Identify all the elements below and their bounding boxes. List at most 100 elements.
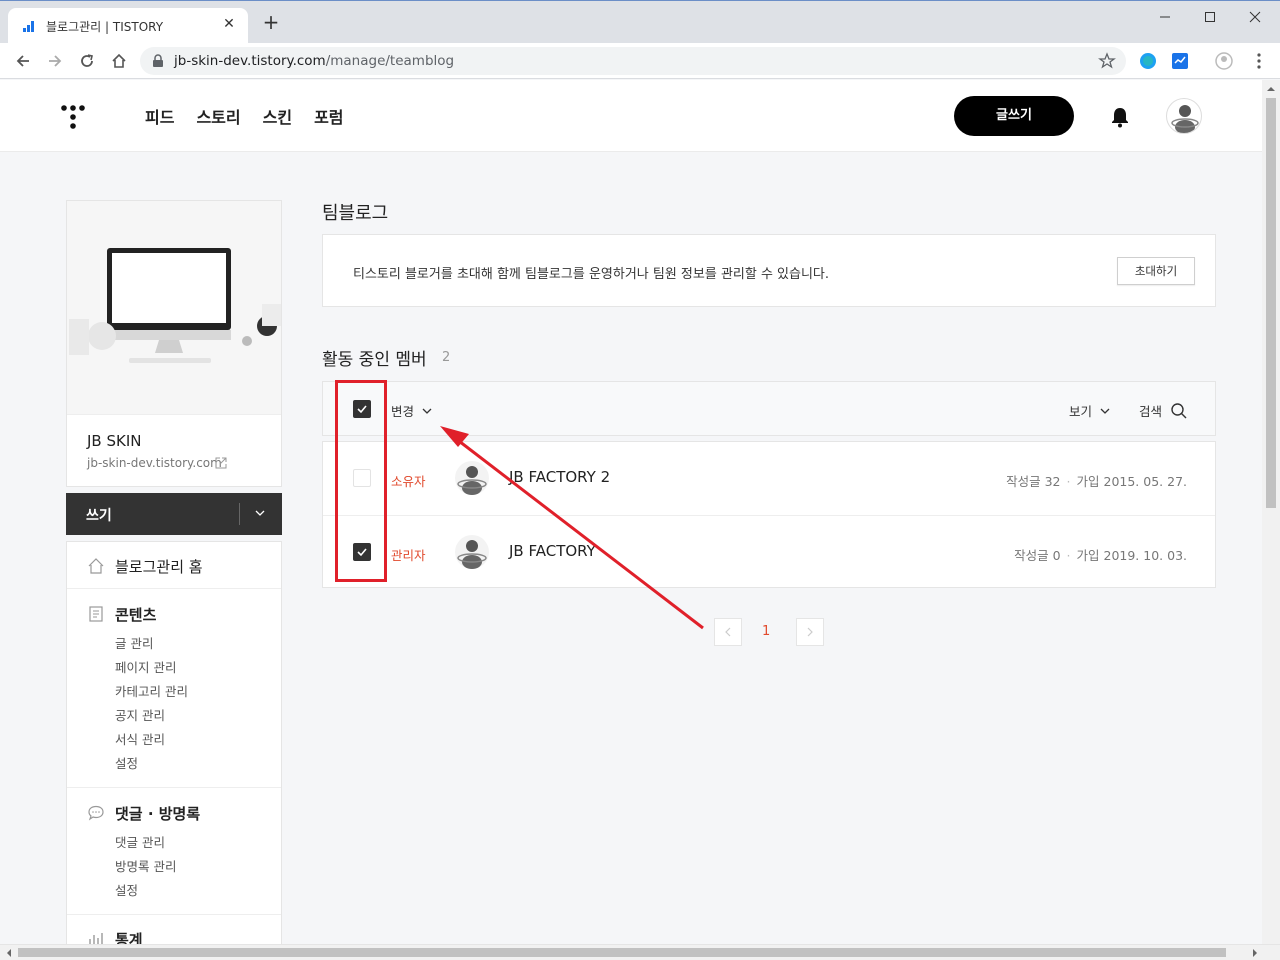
member-stats: 작성글 0 · 가입 2019. 10. 03.	[1014, 545, 1187, 564]
url-host: jb-skin-dev.tistory.com	[174, 53, 326, 69]
gnb-item-skin[interactable]: 스킨	[263, 104, 292, 128]
back-icon[interactable]	[14, 52, 32, 70]
member-list: 소유자 JB FACTORY 2 작성글 32 · 가입 2015. 05. 27.…	[322, 441, 1216, 588]
bookmark-star-icon[interactable]	[1098, 52, 1116, 70]
posts-count: 32	[1044, 474, 1061, 489]
chevron-down-icon[interactable]	[254, 507, 266, 519]
sidebar-item-pages[interactable]: 페이지 관리	[115, 657, 176, 676]
prev-page-button[interactable]	[714, 618, 742, 646]
browser-tab[interactable]: 블로그관리 | TISTORY ✕	[8, 8, 248, 44]
sidebar-write-label: 쓰기	[86, 508, 112, 524]
teamblog-info-box: 티스토리 블로거를 초대해 함께 팀블로그를 운영하거나 팀원 정보를 관리할 …	[322, 234, 1216, 307]
members-count: 2	[442, 350, 451, 365]
sidebar-write-button[interactable]: 쓰기	[66, 493, 282, 535]
member-list-toolbar: 변경 보기 검색	[322, 381, 1216, 436]
gnb-menu: 피드 스토리 스킨 포럼	[145, 104, 344, 128]
write-post-button[interactable]: 글쓰기	[954, 96, 1074, 136]
member-avatar-icon	[455, 461, 489, 495]
home-icon[interactable]	[110, 52, 128, 70]
sidebar-head-comments[interactable]: 댓글 · 방명록	[115, 803, 200, 824]
join-label: 가입	[1076, 548, 1100, 563]
page-number-current[interactable]: 1	[762, 624, 770, 639]
horizontal-scroll-thumb[interactable]	[18, 948, 1226, 957]
account-icon[interactable]	[1215, 52, 1233, 70]
member-name: JB FACTORY 2	[509, 468, 611, 486]
gnb-item-story[interactable]: 스토리	[196, 104, 240, 128]
sidebar-head-content[interactable]: 콘텐츠	[115, 604, 156, 625]
blog-card: JB SKIN jb-skin-dev.tistory.com	[66, 200, 282, 487]
vertical-scroll-thumb[interactable]	[1266, 98, 1276, 508]
member-row: 소유자 JB FACTORY 2 작성글 32 · 가입 2015. 05. 27.	[323, 442, 1215, 515]
desktop-photo-icon	[67, 201, 281, 414]
tistory-logo-icon[interactable]	[60, 104, 86, 130]
tab-title: 블로그관리 | TISTORY	[46, 20, 164, 34]
scroll-up-icon[interactable]	[1262, 82, 1280, 96]
change-label: 변경	[391, 404, 415, 419]
maximize-icon[interactable]	[1195, 7, 1225, 27]
url-text: jb-skin-dev.tistory.com/manage/teamblog	[174, 53, 454, 69]
reload-icon[interactable]	[78, 52, 96, 70]
forward-icon[interactable]	[46, 52, 64, 70]
member-role: 소유자	[391, 474, 426, 489]
chevron-down-icon	[422, 408, 432, 414]
view-dropdown[interactable]: 보기	[1069, 401, 1111, 420]
sidebar-item-comments[interactable]: 댓글 관리	[115, 832, 165, 851]
url-path: /manage/teamblog	[325, 53, 455, 69]
page-title: 팀블로그	[322, 203, 389, 224]
minimize-icon[interactable]	[1150, 7, 1180, 27]
sidebar-item-content-settings[interactable]: 설정	[115, 753, 138, 772]
chevron-down-icon	[1100, 408, 1110, 414]
address-bar[interactable]: jb-skin-dev.tistory.com/manage/teamblog	[140, 47, 1126, 75]
invite-button[interactable]: 초대하기	[1117, 257, 1195, 285]
member-role: 관리자	[391, 548, 426, 563]
blog-thumbnail[interactable]	[67, 201, 281, 415]
sidebar-item-categories[interactable]: 카테고리 관리	[115, 681, 188, 700]
notification-bell-icon[interactable]	[1110, 106, 1130, 128]
chevron-left-icon	[725, 627, 731, 637]
sidebar-item-home[interactable]: 블로그관리 홈	[115, 556, 203, 577]
browser-menu-icon[interactable]	[1250, 52, 1268, 70]
gnb-item-feed[interactable]: 피드	[145, 104, 174, 128]
vertical-scrollbar[interactable]	[1262, 80, 1280, 944]
separator-dot: ·	[1066, 548, 1071, 563]
sidebar-item-notices[interactable]: 공지 관리	[115, 705, 165, 724]
sidebar-item-comment-settings[interactable]: 설정	[115, 880, 138, 899]
change-dropdown[interactable]: 변경	[391, 401, 433, 420]
external-link-icon[interactable]	[215, 457, 227, 469]
scroll-left-icon[interactable]	[2, 946, 16, 960]
search-icon	[1171, 403, 1187, 419]
blog-url[interactable]: jb-skin-dev.tistory.com	[87, 456, 222, 470]
sidebar-item-templates[interactable]: 서식 관리	[115, 729, 165, 748]
gnb-item-forum[interactable]: 포럼	[314, 104, 343, 128]
members-title: 활동 중인 멤버	[322, 350, 427, 370]
annotation-highlight-box	[335, 380, 387, 582]
window-close-icon[interactable]	[1240, 7, 1270, 27]
new-tab-icon[interactable]: +	[262, 12, 280, 32]
posts-count: 0	[1052, 548, 1061, 563]
tistory-favicon-icon	[23, 21, 34, 32]
extension-circle-icon[interactable]	[1139, 52, 1157, 70]
tab-close-icon[interactable]: ✕	[220, 15, 238, 33]
member-avatar-icon	[455, 535, 489, 569]
view-label: 보기	[1069, 404, 1093, 419]
browser-tab-strip: 블로그관리 | TISTORY ✕ +	[0, 0, 1280, 44]
home-icon	[88, 558, 104, 574]
search-button[interactable]: 검색	[1139, 401, 1188, 420]
sidebar-item-guestbook[interactable]: 방명록 관리	[115, 856, 176, 875]
horizontal-scrollbar[interactable]	[0, 944, 1280, 960]
profile-avatar[interactable]	[1166, 98, 1202, 134]
teamblog-description: 티스토리 블로거를 초대해 함께 팀블로그를 운영하거나 팀원 정보를 관리할 …	[353, 267, 830, 282]
join-date: 2019. 10. 03.	[1103, 548, 1188, 563]
sidebar-section-home[interactable]: 블로그관리 홈	[67, 542, 281, 589]
blog-name[interactable]: JB SKIN	[87, 432, 142, 450]
next-page-button[interactable]	[796, 618, 824, 646]
avatar-person-icon	[1171, 105, 1199, 133]
extension-chart-icon[interactable]	[1171, 52, 1189, 70]
sidebar-item-posts[interactable]: 글 관리	[115, 633, 153, 652]
document-icon	[89, 606, 103, 622]
member-stats: 작성글 32 · 가입 2015. 05. 27.	[1006, 471, 1187, 490]
sidebar-section-comments: 댓글 · 방명록 댓글 관리 방명록 관리 설정	[67, 788, 281, 915]
scroll-right-icon[interactable]	[1248, 946, 1262, 960]
member-row: 관리자 JB FACTORY 작성글 0 · 가입 2019. 10. 03.	[323, 515, 1215, 588]
sidebar-write-divider	[239, 503, 240, 525]
